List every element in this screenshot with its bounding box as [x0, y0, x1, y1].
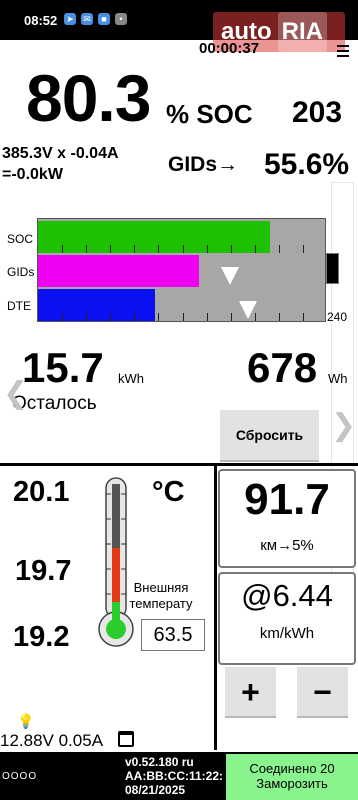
remaining-wh: 678 [247, 344, 318, 391]
more-icon: • [115, 13, 127, 25]
range-sub: км→5% [260, 537, 314, 554]
bar-tick [158, 245, 159, 253]
power-readout: 385.3V x -0.04A [2, 145, 119, 162]
tick-row [38, 221, 327, 253]
bar-max-label: 240 [327, 310, 348, 324]
bar-tick [279, 313, 280, 321]
footer-bar: OOOO v0.52.180 ru AA:BB:CC:11:22: 08/21/… [0, 752, 358, 800]
bar-tick [279, 245, 280, 253]
range-card: 91.7 км→5% [218, 469, 356, 568]
thermometer-icon [98, 477, 134, 647]
bar-label-soc: SOC [7, 232, 34, 246]
lightbulb-icon: 💡 [17, 713, 35, 729]
bar-tick [134, 245, 135, 253]
gids-label: GIDs→ [168, 153, 239, 176]
reset-button[interactable]: Сбросить [220, 410, 319, 462]
temp-reading-3: 19.2 [13, 621, 70, 653]
tick-row [38, 289, 327, 321]
bar-tick [134, 313, 135, 321]
status-dots: OOOO [2, 771, 38, 782]
connection-status-button[interactable]: Соединено 20 Заморозить [226, 754, 358, 800]
bar-label-dte: DTE [7, 299, 31, 313]
soc-value: 80.3 [26, 61, 151, 135]
divider [214, 463, 217, 750]
remaining-wh-unit: Wh [328, 371, 348, 386]
bar-tick [158, 313, 159, 321]
battery-terminal-icon [326, 253, 339, 284]
bar-tick [110, 313, 111, 321]
version: v0.52.180 ru [125, 755, 194, 769]
remaining-kwh-unit: kWh [118, 371, 144, 386]
aux-battery-readout: 12.88V 0.05A [0, 731, 104, 750]
temp-unit: °C [152, 476, 185, 508]
consumption-unit: km/kWh [259, 625, 315, 642]
connected-label: Соединено 20 [249, 761, 335, 776]
gids-count: 203 [292, 96, 343, 129]
minus-button[interactable]: − [297, 667, 348, 718]
bar-tick [303, 313, 304, 321]
consumption-card: @6.44 km/kWh [218, 572, 356, 665]
session-timer: 00:00:37 [199, 40, 260, 57]
bar-tick [231, 245, 232, 253]
bar-tick [110, 245, 111, 253]
gids-marker [221, 267, 239, 285]
temp-reading-2: 19.7 [15, 555, 72, 587]
bar-tick [62, 313, 63, 321]
version-info: v0.52.180 ru AA:BB:CC:11:22: 08/21/2025 [125, 755, 223, 797]
dte-marker [239, 301, 257, 319]
chevron-right-icon[interactable]: ❯ [331, 408, 356, 443]
bar-label-gids: GIDs [7, 265, 35, 279]
chevron-left-icon[interactable]: ❮ [3, 376, 28, 411]
plus-button[interactable]: + [225, 667, 276, 718]
status-icons: ➤ ✉ ■ • [64, 13, 127, 25]
freeze-label: Заморозить [256, 776, 328, 791]
bar-tick [86, 313, 87, 321]
consumption-value: @6.44 [241, 578, 333, 613]
message-icon: ✉ [81, 13, 93, 25]
menu-icon[interactable] [337, 45, 349, 60]
bar-tick [183, 245, 184, 253]
mac-address: AA:BB:CC:11:22: [125, 769, 224, 783]
soc-unit: % SOC [166, 99, 253, 129]
divider [0, 463, 358, 466]
status-time: 08:52 [24, 13, 58, 28]
gids-bar [38, 255, 199, 287]
bar-tick [62, 245, 63, 253]
bar-tick [207, 313, 208, 321]
battery-gauge [37, 218, 326, 322]
external-temp-label: Внешняя температу [129, 580, 193, 611]
gids-percent: 55.6% [264, 148, 350, 181]
bar-tick [86, 245, 87, 253]
calendar-icon[interactable] [118, 731, 134, 747]
bar-tick [303, 245, 304, 253]
bar-tick [207, 245, 208, 253]
telegram-icon: ➤ [64, 13, 76, 25]
remaining-kwh: 15.7 [22, 344, 104, 391]
power-kw: =-0.0kW [2, 166, 63, 183]
temp-reading-1: 20.1 [13, 476, 70, 508]
app-icon: ■ [98, 13, 110, 25]
external-temp-value: 63.5 [141, 619, 205, 651]
range-value: 91.7 [244, 475, 330, 524]
bar-tick [183, 313, 184, 321]
bar-tick [255, 245, 256, 253]
bar-tick [231, 313, 232, 321]
date: 08/21/2025 [125, 783, 186, 797]
